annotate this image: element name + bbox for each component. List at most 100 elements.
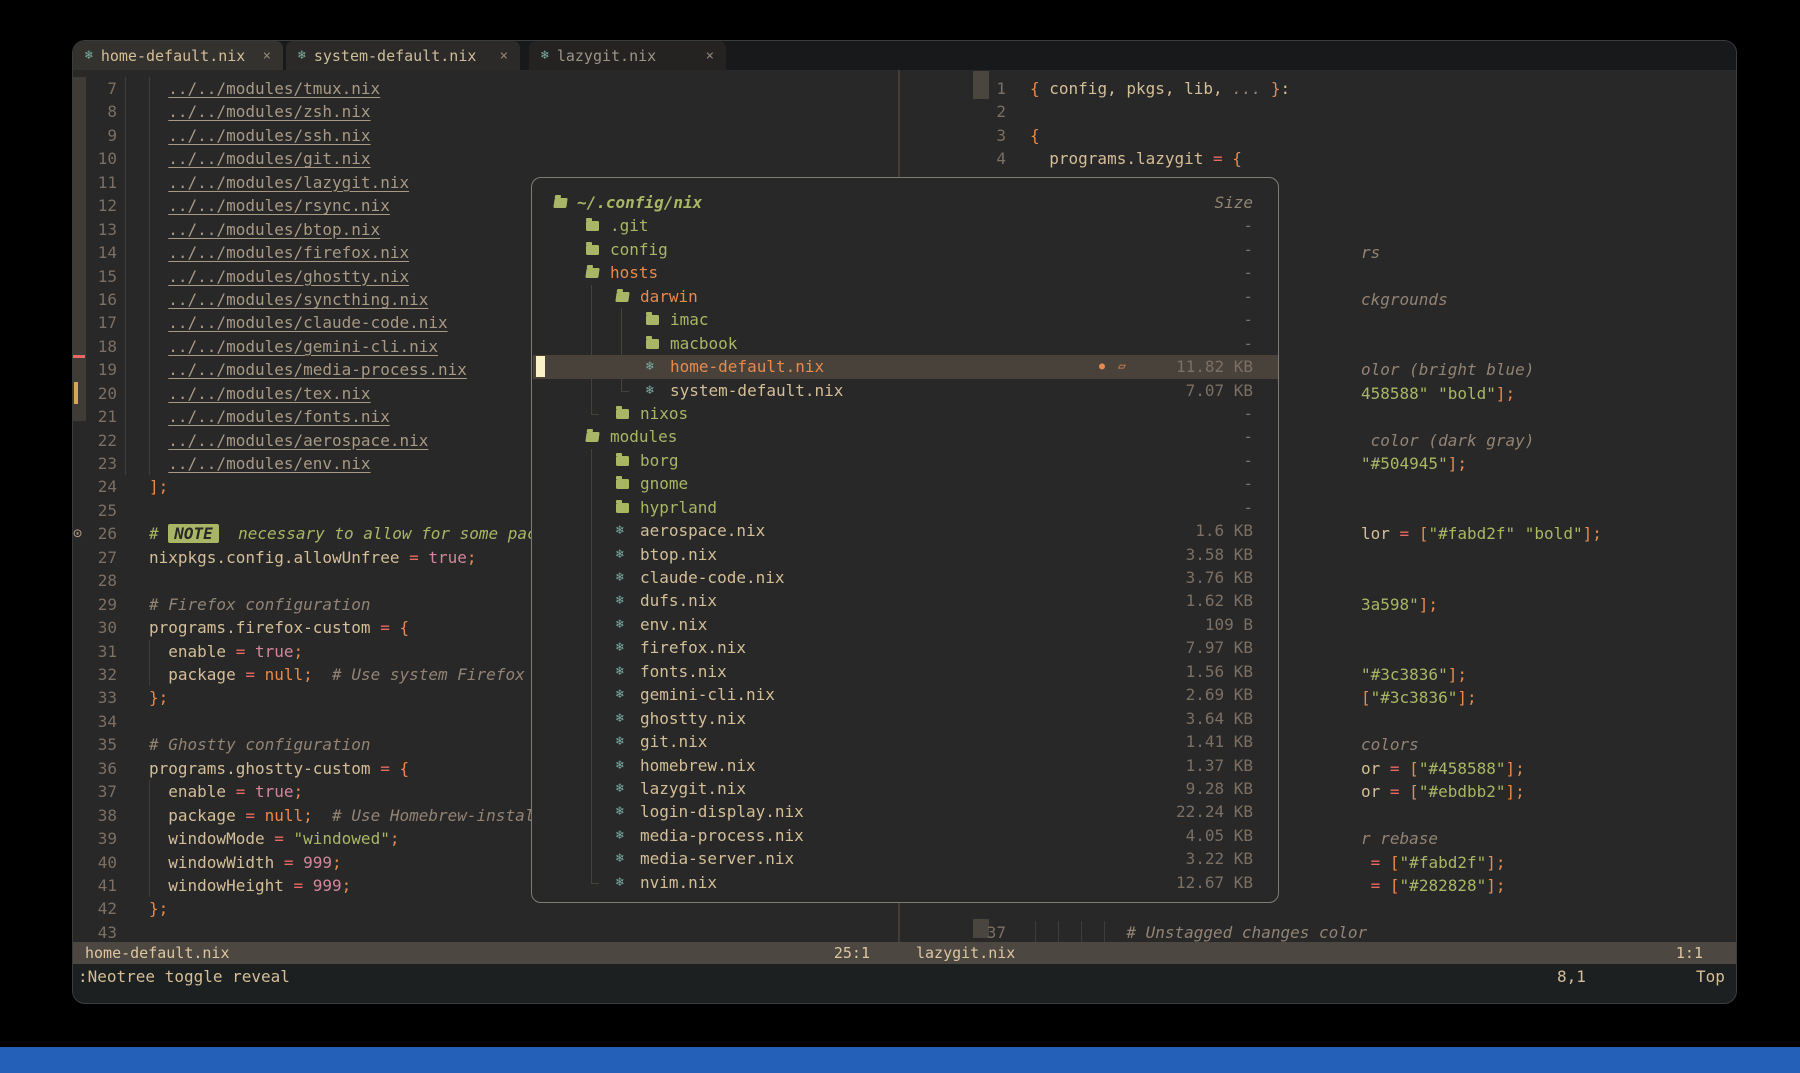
- code-line[interactable]: 43: [73, 921, 898, 942]
- code-line[interactable]: 10 ../../modules/git.nix: [73, 147, 898, 170]
- command-line[interactable]: :Neotree toggle reveal 8,1 Top: [73, 964, 1737, 990]
- neotree-float-window[interactable]: ~/.config/nixSize.git-config-hosts-darwi…: [531, 177, 1279, 903]
- tree-connector-corner: [621, 391, 629, 392]
- code-token: [149, 220, 168, 239]
- tree-row-darwin[interactable]: darwin-: [533, 285, 1278, 308]
- neotree-root-row[interactable]: ~/.config/nixSize: [533, 191, 1278, 214]
- tree-row-system-default.nix[interactable]: ❄system-default.nix7.07 KB: [533, 379, 1278, 402]
- code-token: [149, 290, 168, 309]
- code-token: 999: [313, 876, 342, 895]
- line-number: 38: [73, 804, 117, 827]
- tab-close-icon[interactable]: ×: [706, 48, 714, 64]
- code-token: ];: [1486, 876, 1505, 895]
- tab-close-icon[interactable]: ×: [500, 48, 508, 64]
- tree-row-ghostty.nix[interactable]: ❄ghostty.nix3.64 KB: [533, 707, 1278, 730]
- tree-row-aerospace.nix[interactable]: ❄aerospace.nix1.6 KB: [533, 519, 1278, 542]
- code-token: ;: [467, 548, 477, 567]
- indent-guide: [125, 194, 126, 217]
- tab-home-default.nix[interactable]: ❄home-default.nix×: [73, 41, 283, 70]
- line-number: 35: [73, 733, 117, 756]
- code-text: ../../modules/ghostty.nix: [149, 265, 409, 288]
- tree-row-login-display.nix[interactable]: ❄login-display.nix22.24 KB: [533, 800, 1278, 823]
- code-token: [149, 79, 168, 98]
- size-column-header: Size: [1214, 191, 1253, 214]
- line-number: 37: [73, 780, 117, 803]
- tree-row-fonts.nix[interactable]: ❄fonts.nix1.56 KB: [533, 660, 1278, 683]
- nix-file-icon: ❄: [616, 566, 624, 589]
- tree-row-dufs.nix[interactable]: ❄dufs.nix1.62 KB: [533, 589, 1278, 612]
- code-token: necessary to allow for some packages: [219, 524, 585, 543]
- code-token: # Firefox configuration: [149, 595, 371, 614]
- tree-row-git.nix[interactable]: ❄git.nix1.41 KB: [533, 730, 1278, 753]
- code-token: [149, 102, 168, 121]
- code-token: ];: [1583, 524, 1602, 543]
- code-line[interactable]: 8 ../../modules/zsh.nix: [73, 100, 898, 123]
- tree-row-media-server.nix[interactable]: ❄media-server.nix3.22 KB: [533, 847, 1278, 870]
- indent-guide: [125, 405, 126, 428]
- tree-item-name: lazygit.nix: [640, 777, 746, 800]
- code-line[interactable]: 9 ../../modules/ssh.nix: [73, 124, 898, 147]
- tab-close-icon[interactable]: ×: [263, 48, 271, 64]
- tree-row-gemini-cli.nix[interactable]: ❄gemini-cli.nix2.69 KB: [533, 683, 1278, 706]
- nix-file-icon: ❄: [616, 519, 624, 542]
- folder-open-icon: [585, 268, 599, 278]
- code-text: ];: [149, 475, 168, 498]
- code-line[interactable]: 4 programs.lazygit = {: [900, 147, 1737, 170]
- line-number: 20: [73, 382, 117, 405]
- code-text: programs.lazygit = {: [1030, 147, 1242, 170]
- tree-row-nvim.nix[interactable]: ❄nvim.nix12.67 KB: [533, 871, 1278, 894]
- code-token: =: [226, 642, 255, 661]
- code-token: r rebase: [1361, 829, 1438, 848]
- code-token: "#fabd2f": [1400, 853, 1487, 872]
- code-token: rs: [1361, 243, 1380, 262]
- code-line[interactable]: 37 # Unstagged changes color: [900, 921, 1737, 942]
- tree-row-imac[interactable]: imac-: [533, 308, 1278, 331]
- tree-row-lazygit.nix[interactable]: ❄lazygit.nix9.28 KB: [533, 777, 1278, 800]
- tree-item-size: -: [1243, 496, 1253, 519]
- code-token: ];: [1457, 688, 1476, 707]
- code-text: ../../modules/tex.nix: [149, 382, 371, 405]
- indent-guide: [125, 241, 126, 264]
- tree-row-borg[interactable]: borg-: [533, 449, 1278, 472]
- tree-row-home-default.nix[interactable]: ❄home-default.nix●▱11.82 KB: [533, 355, 1278, 378]
- tree-item-size: -: [1243, 261, 1253, 284]
- tree-row-btop.nix[interactable]: ❄btop.nix3.58 KB: [533, 543, 1278, 566]
- tree-row-macbook[interactable]: macbook-: [533, 332, 1278, 355]
- tree-item-name: claude-code.nix: [640, 566, 785, 589]
- code-token: enable: [149, 642, 226, 661]
- tree-item-name: homebrew.nix: [640, 754, 756, 777]
- code-line[interactable]: 2: [900, 100, 1737, 123]
- tree-row-hyprland[interactable]: hyprland-: [533, 496, 1278, 519]
- tree-row-homebrew.nix[interactable]: ❄homebrew.nix1.37 KB: [533, 754, 1278, 777]
- tree-row-config[interactable]: config-: [533, 238, 1278, 261]
- tree-row-media-process.nix[interactable]: ❄media-process.nix4.05 KB: [533, 824, 1278, 847]
- code-token: ];: [1506, 782, 1525, 801]
- tree-item-name: nvim.nix: [640, 871, 717, 894]
- line-number: 17: [73, 311, 117, 334]
- code-token: ../../modules/aerospace.nix: [168, 431, 428, 450]
- tab-lazygit.nix[interactable]: ❄lazygit.nix×: [529, 41, 726, 70]
- code-text: { config, pkgs, lib, ... }:: [1030, 77, 1290, 100]
- code-line[interactable]: 3{: [900, 124, 1737, 147]
- tree-row-.git[interactable]: .git-: [533, 214, 1278, 237]
- code-line[interactable]: 1{ config, pkgs, lib, ... }:: [900, 77, 1737, 100]
- code-text: package = null; # Use system Firefox: [149, 663, 525, 686]
- nix-file-icon: ❄: [616, 871, 624, 894]
- code-token: }: [1261, 79, 1280, 98]
- tree-row-modules[interactable]: modules-: [533, 425, 1278, 448]
- code-text: ckgrounds: [1361, 288, 1448, 311]
- tree-row-claude-code.nix[interactable]: ❄claude-code.nix3.76 KB: [533, 566, 1278, 589]
- tree-row-nixos[interactable]: nixos-: [533, 402, 1278, 425]
- tree-row-env.nix[interactable]: ❄env.nix109 B: [533, 613, 1278, 636]
- indent-guide: [125, 452, 126, 475]
- code-token: [149, 337, 168, 356]
- indent-guide: [125, 311, 126, 334]
- code-text: olor (bright blue): [1361, 358, 1534, 381]
- tree-row-gnome[interactable]: gnome-: [533, 472, 1278, 495]
- code-token: 458588" "bold": [1361, 384, 1496, 403]
- tab-system-default.nix[interactable]: ❄system-default.nix×: [286, 41, 520, 70]
- code-line[interactable]: 7 ../../modules/tmux.nix: [73, 77, 898, 100]
- tree-row-firefox.nix[interactable]: ❄firefox.nix7.97 KB: [533, 636, 1278, 659]
- code-text: = ["#282828"];: [1361, 874, 1506, 897]
- tree-row-hosts[interactable]: hosts-: [533, 261, 1278, 284]
